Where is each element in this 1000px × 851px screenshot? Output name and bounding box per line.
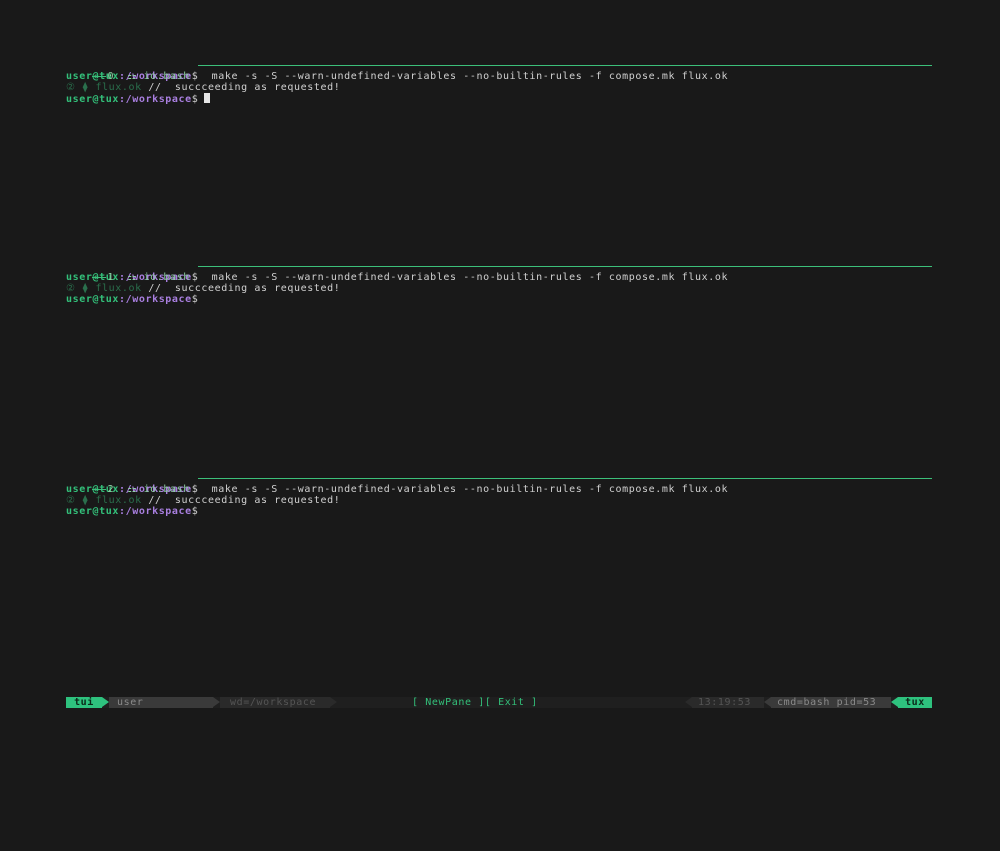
working-dir-arrow <box>330 697 337 707</box>
pane-1-command-line: user@tux:/workspace$ make -s -S --warn-u… <box>66 272 932 283</box>
session-badge: tui <box>66 697 102 708</box>
pane-0-rule-right <box>198 65 932 66</box>
pane-2-rule <box>92 488 107 490</box>
pane-0-rule <box>92 75 107 77</box>
pane-0-output-line: ② ⧫ flux.ok // succceeding as requested! <box>66 82 932 93</box>
exit-button[interactable]: [ Exit ] <box>485 697 538 708</box>
host-badge: tux <box>898 697 932 708</box>
pane-0[interactable]: 0 ⚏ io.bash user@tux:/workspace$ make -s… <box>66 60 932 105</box>
user-arrow <box>213 697 220 707</box>
pane-0-title: io.bash <box>143 71 190 82</box>
pane-2-title: io.bash <box>143 484 190 495</box>
pane-2[interactable]: 2 ⚏ io.bash user@tux:/workspace$ make -s… <box>66 473 932 517</box>
process-badge: cmd=bash pid=53 <box>771 697 891 708</box>
user-badge: user <box>109 697 213 708</box>
pane-1-output-line: ② ⧫ flux.ok // succceeding as requested! <box>66 283 932 294</box>
prompt-path: :/workspace <box>118 506 192 517</box>
prompt-symbol: $ <box>191 94 199 105</box>
pane-0-icon: ⚏ <box>127 71 137 82</box>
session-arrow <box>102 697 109 707</box>
prompt-symbol: $ <box>191 506 199 517</box>
output-message: // succceeding as requested! <box>141 495 341 506</box>
clock-badge: 13:19:53 <box>692 697 764 708</box>
pane-2-icon: ⚏ <box>127 484 137 495</box>
status-bar: tui user wd=/workspace [ NewPane ][ Exit… <box>66 697 932 708</box>
prompt-symbol: $ <box>191 294 199 305</box>
time-arrow <box>685 697 692 707</box>
pane-2-prompt-line[interactable]: user@tux:/workspace$ <box>66 506 932 517</box>
prompt-path: :/workspace <box>118 94 192 105</box>
output-target: flux.ok <box>95 495 142 506</box>
working-dir-badge: wd=/workspace <box>220 697 330 708</box>
pane-1[interactable]: 1 ⚏ io.bash user@tux:/workspace$ make -s… <box>66 261 932 305</box>
command-text: make -s -S --warn-undefined-variables --… <box>198 71 729 82</box>
command-text: make -s -S --warn-undefined-variables --… <box>198 272 729 283</box>
cmd-arrow <box>764 697 771 707</box>
pane-1-rule <box>92 276 107 278</box>
status-menu: [ NewPane ][ Exit ] <box>412 697 612 708</box>
pane-0-command-line: user@tux:/workspace$ make -s -S --warn-u… <box>66 71 932 82</box>
pane-2-output-line: ② ⧫ flux.ok // succceeding as requested! <box>66 495 932 506</box>
host-arrow <box>891 697 898 707</box>
pane-1-header: 1 ⚏ io.bash <box>66 261 932 283</box>
command-text: make -s -S --warn-undefined-variables --… <box>198 484 729 495</box>
output-target: flux.ok <box>95 82 142 93</box>
pane-0-header: 0 ⚏ io.bash <box>66 60 932 82</box>
output-target: flux.ok <box>95 283 142 294</box>
output-message: // succceeding as requested! <box>141 82 341 93</box>
prompt-path: :/workspace <box>118 294 192 305</box>
text-cursor <box>204 93 211 103</box>
prompt-user: user@tux <box>66 506 119 517</box>
pane-1-prompt-line[interactable]: user@tux:/workspace$ <box>66 294 932 305</box>
pane-1-title: io.bash <box>143 272 190 283</box>
prompt-user: user@tux <box>66 294 119 305</box>
pane-1-icon: ⚏ <box>127 272 137 283</box>
output-message: // succceeding as requested! <box>141 283 341 294</box>
new-pane-button[interactable]: [ NewPane ] <box>412 697 485 708</box>
pane-1-rule-right <box>198 266 932 267</box>
pane-2-header: 2 ⚏ io.bash <box>66 473 932 495</box>
prompt-user: user@tux <box>66 94 119 105</box>
pane-2-command-line: user@tux:/workspace$ make -s -S --warn-u… <box>66 484 932 495</box>
pane-0-prompt-line[interactable]: user@tux:/workspace$ <box>66 93 932 105</box>
pane-2-rule-right <box>198 478 932 479</box>
